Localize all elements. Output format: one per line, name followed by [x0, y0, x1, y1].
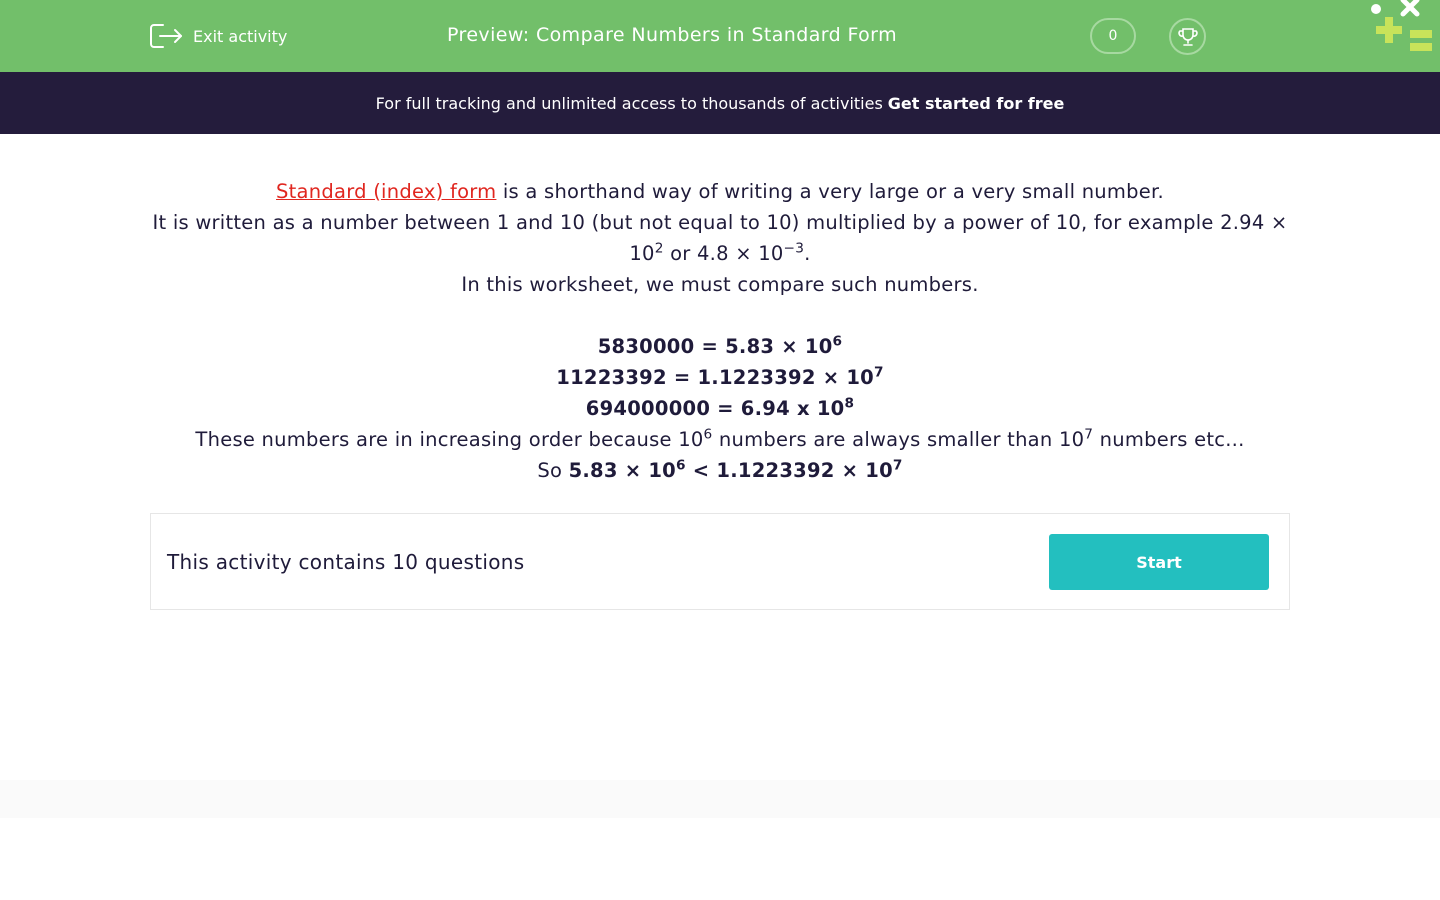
- promo-banner: For full tracking and unlimited access t…: [0, 72, 1440, 134]
- intro-line-3: In this worksheet, we must compare such …: [461, 273, 979, 296]
- footer-strip: [0, 780, 1440, 818]
- intro-line-1: Standard (index) form is a shorthand way…: [276, 180, 1164, 203]
- example-line: 11223392 = 1.1223392 × 107: [556, 364, 884, 389]
- exit-activity-button[interactable]: Exit activity: [150, 22, 287, 50]
- comparison-line: So 5.83 × 106 < 1.1223392 × 107: [537, 457, 903, 482]
- order-explanation: These numbers are in increasing order be…: [195, 426, 1245, 451]
- intro-text: Standard (index) form is a shorthand way…: [150, 176, 1290, 486]
- score-counter: 0: [1090, 18, 1136, 54]
- question-count: This activity contains 10 questions: [167, 550, 525, 574]
- example-line: 694000000 = 6.94 x 108: [585, 395, 855, 420]
- exit-icon: [150, 24, 182, 48]
- example-line: 5830000 = 5.83 × 106: [597, 333, 843, 358]
- promo-text: For full tracking and unlimited access t…: [375, 93, 883, 113]
- logo: [1371, 0, 1432, 51]
- trophy-button[interactable]: [1169, 18, 1206, 55]
- exit-activity-label: Exit activity: [193, 26, 288, 46]
- top-bar: Exit activity Preview: Compare Numbers i…: [0, 0, 1440, 72]
- standard-form-link[interactable]: Standard (index) form: [276, 180, 496, 203]
- get-started-link[interactable]: Get started for free: [888, 94, 1065, 113]
- trophy-icon: [1177, 27, 1198, 46]
- activity-card: This activity contains 10 questions Star…: [150, 513, 1290, 610]
- page-title: Preview: Compare Numbers in Standard For…: [447, 24, 897, 46]
- intro-line-2: It is written as a number between 1 and …: [152, 211, 1288, 265]
- start-button[interactable]: Start: [1049, 534, 1269, 590]
